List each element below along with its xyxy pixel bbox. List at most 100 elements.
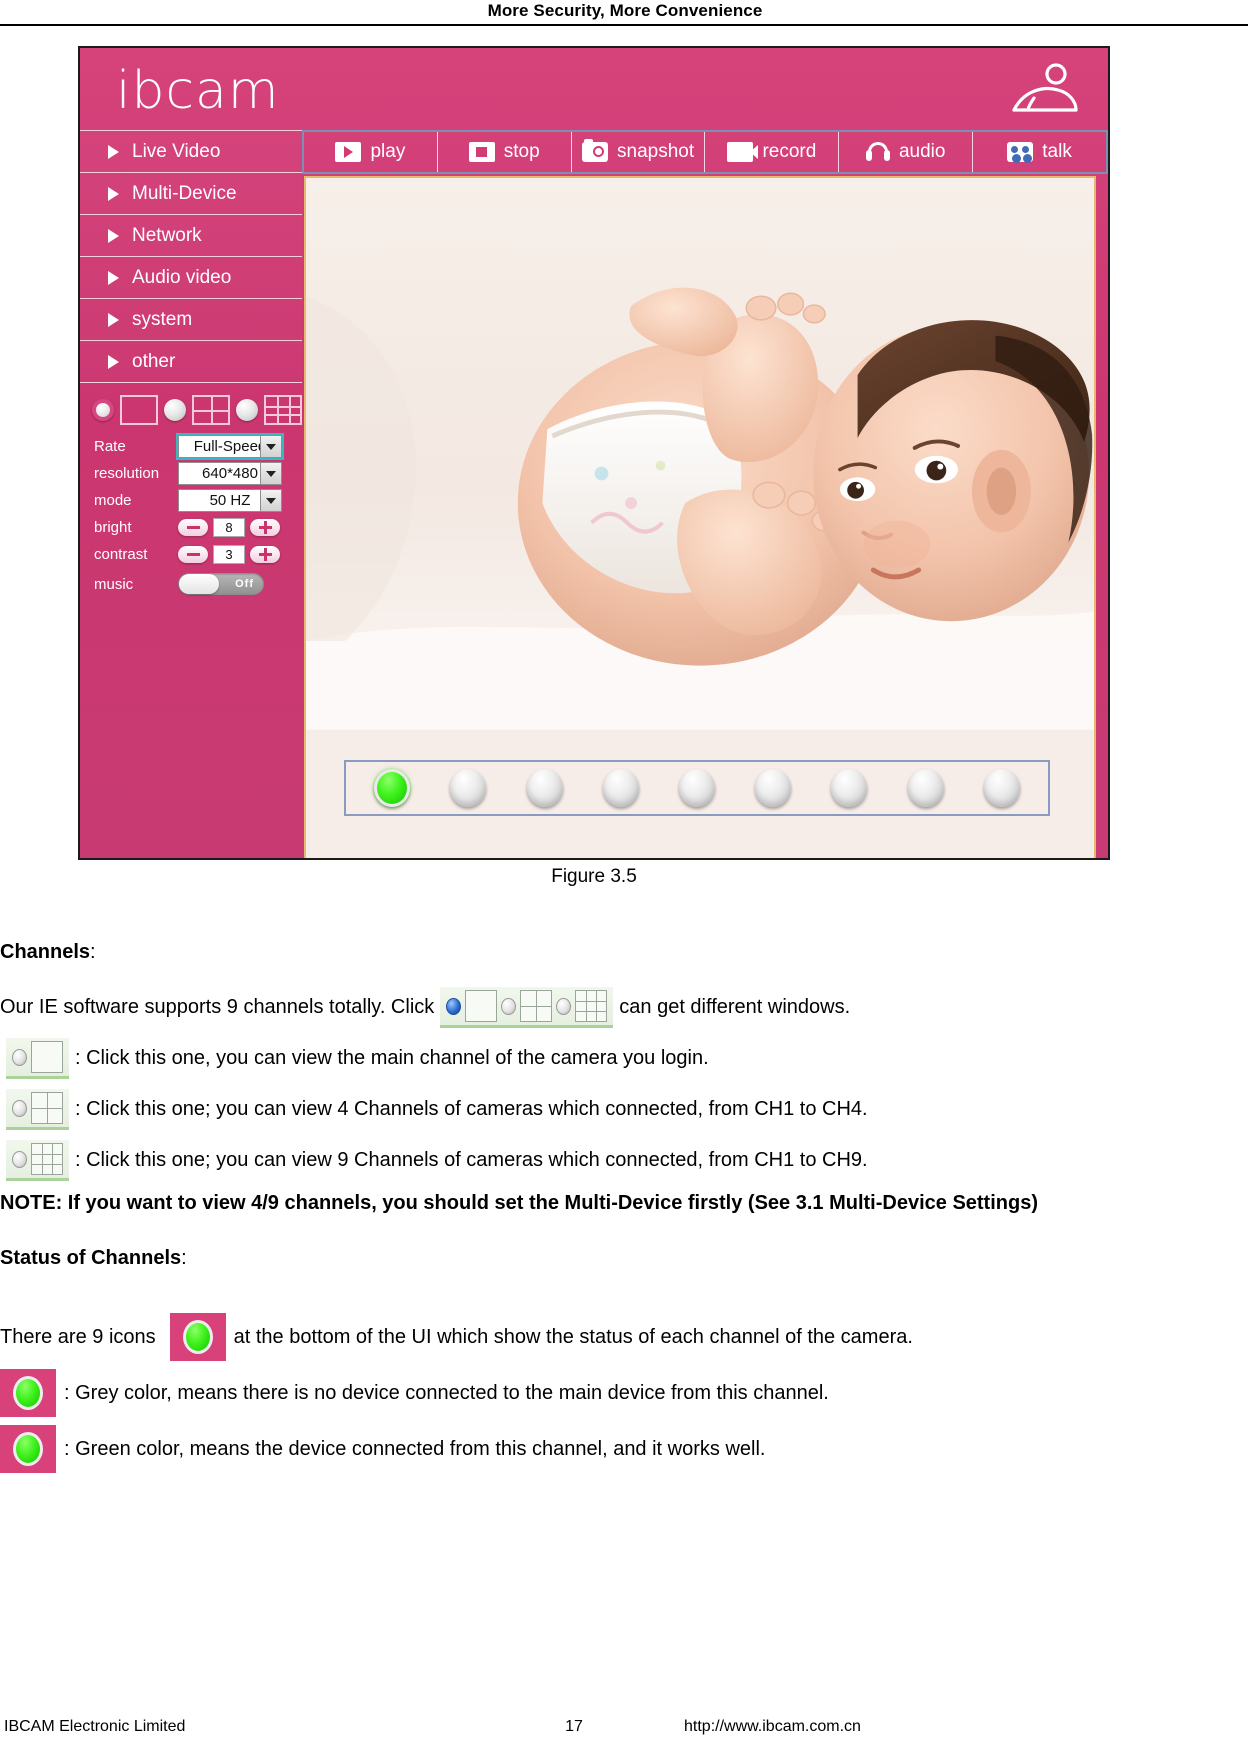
contrast-plus-button[interactable] (250, 546, 280, 563)
channel-lamp-ch9[interactable] (983, 769, 1020, 807)
stop-label: stop (503, 141, 540, 162)
page-header: More Security, More Convenience (0, 0, 1250, 26)
sidebar-item-network[interactable]: Network (80, 214, 302, 256)
sidebar-item-other[interactable]: other (80, 340, 302, 382)
camcorder-icon (727, 142, 759, 162)
grid-9-icon (31, 1143, 63, 1175)
figure-caption: Figure 3.5 (551, 866, 637, 887)
channel-lamp-ch7[interactable] (831, 769, 868, 807)
grey-lamp-text: : Grey color, means there is no device c… (64, 1381, 829, 1404)
play-icon (335, 142, 362, 162)
sidebar-item-audio-video[interactable]: Audio video (80, 256, 302, 298)
view-mode-strip-icon[interactable] (440, 987, 614, 1028)
footer-website[interactable]: http://www.ibcam.com.cn (684, 1718, 1250, 1736)
record-button[interactable]: record (705, 132, 840, 172)
sidebar-item-label: Multi-Device (132, 182, 237, 204)
stop-icon (468, 142, 495, 162)
single-pane-icon[interactable] (120, 395, 158, 425)
bright-minus-button[interactable] (178, 519, 208, 536)
bullet-four-channel: : Click this one; you can view 4 Channel… (0, 1089, 1250, 1130)
status-intro-line: There are 9 icons at the bottom of the U… (0, 1313, 1250, 1361)
footer-company: IBCAM Electronic Limited (4, 1718, 186, 1735)
ibcam-ui-screenshot: ibcam Live Video Multi-Device Network Au… (78, 46, 1110, 860)
play-button[interactable]: play (304, 132, 438, 172)
triangle-right-icon (108, 228, 119, 243)
channel-lamp-ch4[interactable] (602, 769, 639, 807)
setting-row-resolution: resolution 640*480 (94, 461, 300, 486)
note-text: : If you want to view 4/9 channels, you … (55, 1192, 1038, 1214)
single-pane-strip-icon[interactable] (6, 1038, 69, 1079)
grid-9-icon[interactable] (264, 395, 302, 425)
grid-4-icon[interactable] (192, 395, 230, 425)
baby-lying-icon (1012, 63, 1078, 112)
setting-row-music: music Off (94, 569, 300, 599)
stop-button[interactable]: stop (438, 132, 572, 172)
talk-button[interactable]: talk (973, 132, 1106, 172)
chevron-down-icon[interactable] (260, 490, 281, 511)
rate-select[interactable]: Full-Speed (176, 433, 284, 460)
channel-lamp-ch2[interactable] (450, 769, 487, 807)
triangle-right-icon (108, 144, 119, 159)
nine-view-radio-icon[interactable] (236, 399, 258, 421)
rate-label: Rate (94, 438, 126, 455)
grey-lamp-inline-icon (0, 1369, 56, 1417)
chevron-down-icon[interactable] (260, 436, 281, 457)
sidebar-item-live-video[interactable]: Live Video (80, 130, 302, 172)
channel-lamp-ch5[interactable] (678, 769, 715, 807)
status-heading-colon: : (181, 1247, 187, 1269)
single-pane-icon (31, 1041, 63, 1073)
live-video-feed[interactable]: www.ibcam.com (304, 176, 1096, 858)
bullet-single-channel: : Click this one, you can view the main … (0, 1038, 1250, 1079)
mode-select[interactable]: 50 HZ (178, 489, 282, 512)
lamp-icon (13, 1376, 43, 1410)
resolution-label: resolution (94, 465, 160, 482)
green-lamp-inline-icon-2 (0, 1425, 56, 1473)
footer-page-number: 17 (565, 1718, 583, 1735)
note-label: NOTE (0, 1192, 56, 1214)
grid-4-icon (520, 990, 553, 1022)
bright-plus-button[interactable] (250, 519, 280, 536)
music-toggle[interactable]: Off (178, 573, 264, 595)
mode-label: mode (94, 492, 132, 509)
chevron-down-icon[interactable] (260, 463, 281, 484)
resolution-value: 640*480 (202, 465, 258, 482)
channel-lamp-ch3[interactable] (526, 769, 563, 807)
sidebar-item-label: system (132, 308, 193, 330)
grid-4-strip-icon[interactable] (6, 1089, 69, 1130)
channels-intro-before: Our IE software supports 9 channels tota… (0, 996, 435, 1018)
record-label: record (762, 141, 817, 162)
bright-label: bright (94, 519, 132, 536)
note-paragraph: NOTE: If you want to view 4/9 channels, … (0, 1189, 1240, 1218)
resolution-select[interactable]: 640*480 (178, 462, 282, 485)
grid-4-icon (31, 1092, 63, 1124)
radio-off-icon (12, 1150, 27, 1168)
bullet-nine-channel-text: : Click this one; you can view 9 Channel… (75, 1149, 868, 1171)
status-intro-before: There are 9 icons (0, 1325, 156, 1348)
toggle-knob (179, 574, 219, 594)
snapshot-button[interactable]: snapshot (572, 132, 706, 172)
sidebar-item-multi-device[interactable]: Multi-Device (80, 172, 302, 214)
sidebar-item-system[interactable]: system (80, 298, 302, 340)
green-lamp-description: : Green color, means the device connecte… (0, 1425, 1250, 1473)
channel-lamp-ch6[interactable] (755, 769, 792, 807)
contrast-minus-button[interactable] (178, 546, 208, 563)
bright-stepper: 8 (178, 518, 280, 537)
single-pane-icon (465, 990, 498, 1022)
channel-lamp-ch1[interactable] (374, 769, 411, 807)
audio-button[interactable]: audio (839, 132, 974, 172)
channels-intro-line: Our IE software supports 9 channels tota… (0, 987, 1250, 1028)
radio-off-icon (556, 997, 572, 1015)
ibcam-logo: ibcam (116, 61, 280, 121)
status-of-channels-heading: Status of Channels: (0, 1244, 1250, 1273)
radio-off-icon (501, 997, 517, 1015)
page-header-title: More Security, More Convenience (487, 1, 763, 20)
triangle-right-icon (108, 270, 119, 285)
channels-heading-text: Channels (0, 941, 91, 963)
four-view-radio-icon[interactable] (164, 399, 186, 421)
channels-heading: Channels: (0, 938, 1250, 967)
channel-lamp-ch8[interactable] (907, 769, 944, 807)
grid-9-strip-icon[interactable] (6, 1140, 69, 1181)
video-image (306, 178, 1094, 730)
single-view-radio-icon[interactable] (92, 399, 114, 421)
bright-value: 8 (213, 518, 245, 537)
